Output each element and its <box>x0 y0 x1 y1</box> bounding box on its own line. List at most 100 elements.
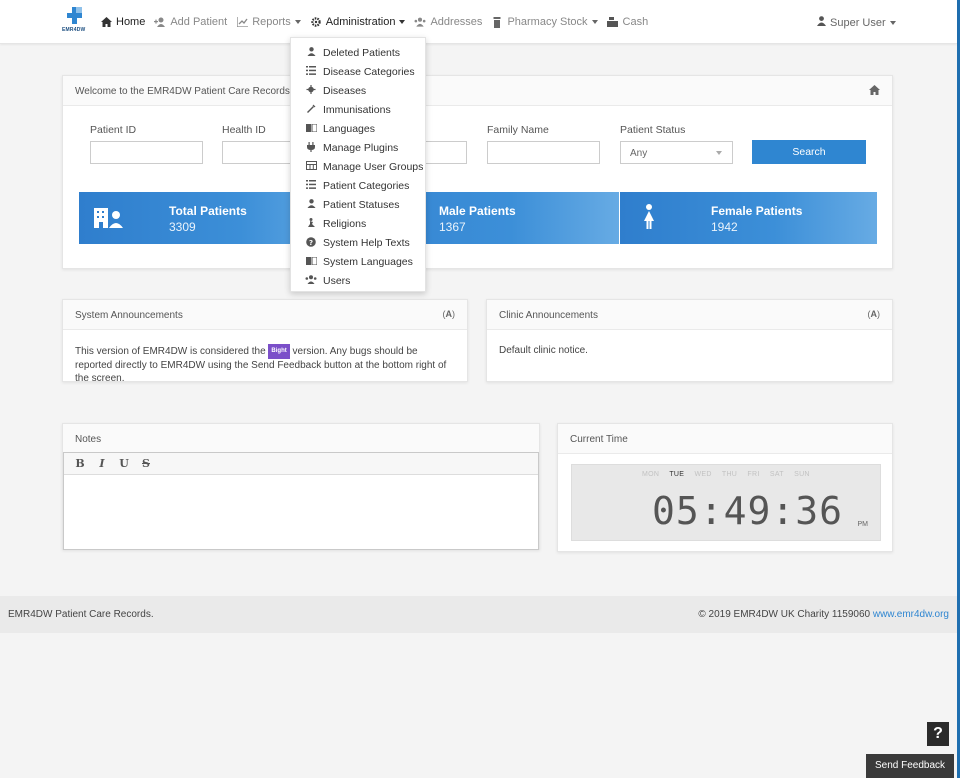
underline-button[interactable]: U <box>116 456 132 472</box>
gear-icon <box>310 17 322 28</box>
family-name-input[interactable] <box>487 141 600 164</box>
notes-header: Notes <box>63 424 539 454</box>
footer-left-text: EMR4DW Patient Care Records. <box>8 609 154 620</box>
system-announcements-header: System Announcements (A) <box>63 300 467 330</box>
weekday-row: MON TUE WED THU FRI SAT SUN <box>642 471 818 478</box>
strikethrough-button[interactable]: S <box>138 456 154 472</box>
digital-clock: MON TUE WED THU FRI SAT SUN 05:49:36 PM <box>571 464 881 541</box>
footer-website-link[interactable]: www.emr4dw.org <box>873 609 949 620</box>
day-tue: TUE <box>669 471 685 478</box>
language-icon <box>305 256 317 267</box>
nav-pharmacy-stock-label: Pharmacy Stock <box>507 16 588 28</box>
menu-item-label: System Help Texts <box>323 236 410 249</box>
home-icon[interactable] <box>869 85 880 98</box>
nav-home-label: Home <box>116 16 146 28</box>
notes-textarea[interactable] <box>64 475 538 549</box>
menu-item-label: Manage User Groups <box>323 160 424 173</box>
clinic-announcements-title: Clinic Announcements <box>499 310 598 321</box>
patient-id-input[interactable] <box>90 141 203 164</box>
nav-cash[interactable]: Cash <box>607 16 649 28</box>
menu-item-users[interactable]: Users <box>291 271 425 290</box>
app-logo[interactable]: EMR4DW <box>62 7 86 35</box>
menu-item-diseases[interactable]: Diseases <box>291 81 425 100</box>
day-sat: SAT <box>769 471 784 478</box>
help-button[interactable]: ? <box>927 722 949 746</box>
table-icon <box>305 161 317 172</box>
menu-item-label: Deleted Patients <box>323 46 401 59</box>
menu-item-manage-plugins[interactable]: Manage Plugins <box>291 138 425 157</box>
patient-status-label: Patient Status <box>620 124 686 136</box>
male-patients-label: Male Patients <box>439 204 516 218</box>
nav-addresses-label: Addresses <box>430 16 483 28</box>
main-nav: Home Add Patient Reports Administration <box>100 16 657 28</box>
chevron-down-icon <box>889 20 896 25</box>
user-menu[interactable]: Super User <box>817 16 896 29</box>
menu-item-system-languages[interactable]: System Languages <box>291 252 425 271</box>
menu-item-languages[interactable]: Languages <box>291 119 425 138</box>
current-time-header: Current Time <box>558 424 892 454</box>
announcement-text-before: This version of EMR4DW is considered the <box>75 346 266 358</box>
language-icon <box>305 123 317 134</box>
notes-title: Notes <box>75 434 102 445</box>
nav-add-patient[interactable]: Add Patient <box>154 16 227 28</box>
question-circle-icon: ? <box>305 236 317 249</box>
menu-item-label: Disease Categories <box>323 65 415 78</box>
users-icon <box>305 275 317 286</box>
clinic-announcements-header: Clinic Announcements (A) <box>487 300 892 330</box>
menu-item-deleted-patients[interactable]: Deleted Patients <box>291 43 425 62</box>
user-name: Super User <box>830 16 886 29</box>
clinic-announcements-card: Clinic Announcements (A) Default clinic … <box>486 299 893 382</box>
hospital-user-icon <box>94 206 124 231</box>
menu-item-label: Patient Statuses <box>323 198 400 211</box>
total-patients-label: Total Patients <box>169 204 247 218</box>
patient-status-select[interactable]: Any <box>620 141 733 164</box>
broadcast-icon: (A) <box>867 309 881 319</box>
welcome-card-header: Welcome to the EMR4DW Patient Care Recor… <box>63 76 892 106</box>
nav-administration[interactable]: Administration <box>310 16 406 28</box>
menu-item-religions[interactable]: Religions <box>291 214 425 233</box>
nav-reports[interactable]: Reports <box>236 16 301 28</box>
welcome-title: Welcome to the EMR4DW Patient Care Recor… <box>75 86 311 97</box>
bold-button[interactable]: B <box>72 456 88 472</box>
family-name-label: Family Name <box>487 124 549 136</box>
send-feedback-button[interactable]: Send Feedback <box>866 754 954 778</box>
nav-cash-label: Cash <box>622 16 649 28</box>
nav-home[interactable]: Home <box>100 16 145 28</box>
chart-icon <box>236 17 248 28</box>
administration-dropdown: Deleted Patients Disease Categories Dise… <box>290 37 426 292</box>
footer-copyright: © 2019 EMR4DW UK Charity 1159060 <box>698 609 871 620</box>
menu-item-patient-statuses[interactable]: Patient Statuses <box>291 195 425 214</box>
users-icon <box>414 17 426 28</box>
nav-administration-label: Administration <box>325 16 396 28</box>
search-button[interactable]: Search <box>752 140 866 164</box>
user-icon <box>817 16 826 29</box>
nav-reports-label: Reports <box>252 16 291 28</box>
menu-item-label: Religions <box>323 217 367 230</box>
system-announcements-card: System Announcements (A) This version of… <box>62 299 468 385</box>
syringe-icon <box>305 104 317 115</box>
menu-item-patient-categories[interactable]: Patient Categories <box>291 176 425 195</box>
total-patients-value: 3309 <box>169 220 196 234</box>
menu-item-system-help-texts[interactable]: ? System Help Texts <box>291 233 425 252</box>
menu-item-disease-categories[interactable]: Disease Categories <box>291 62 425 81</box>
nav-pharmacy-stock[interactable]: Pharmacy Stock <box>491 16 598 28</box>
broadcast-icon: (A) <box>442 309 456 319</box>
menu-item-label: Users <box>323 274 351 287</box>
female-icon <box>643 204 655 233</box>
cash-register-icon <box>607 17 619 28</box>
current-time-card: Current Time MON TUE WED THU FRI SAT SUN… <box>557 423 893 552</box>
day-mon: MON <box>642 471 660 478</box>
chevron-down-icon <box>399 20 406 24</box>
logo-text: EMR4DW <box>62 27 86 33</box>
menu-item-manage-user-groups[interactable]: Manage User Groups <box>291 157 425 176</box>
patient-id-label: Patient ID <box>90 124 137 136</box>
menu-item-label: Patient Categories <box>323 179 410 192</box>
italic-button[interactable]: I <box>94 456 110 472</box>
logo-cross-icon <box>67 7 82 25</box>
system-announcement-text: This version of EMR4DW is considered the… <box>75 344 455 385</box>
menu-item-immunisations[interactable]: Immunisations <box>291 100 425 119</box>
current-time-title: Current Time <box>570 434 628 445</box>
nav-addresses[interactable]: Addresses <box>414 16 482 28</box>
menu-item-label: Diseases <box>323 84 367 97</box>
svg-text:?: ? <box>309 239 313 247</box>
